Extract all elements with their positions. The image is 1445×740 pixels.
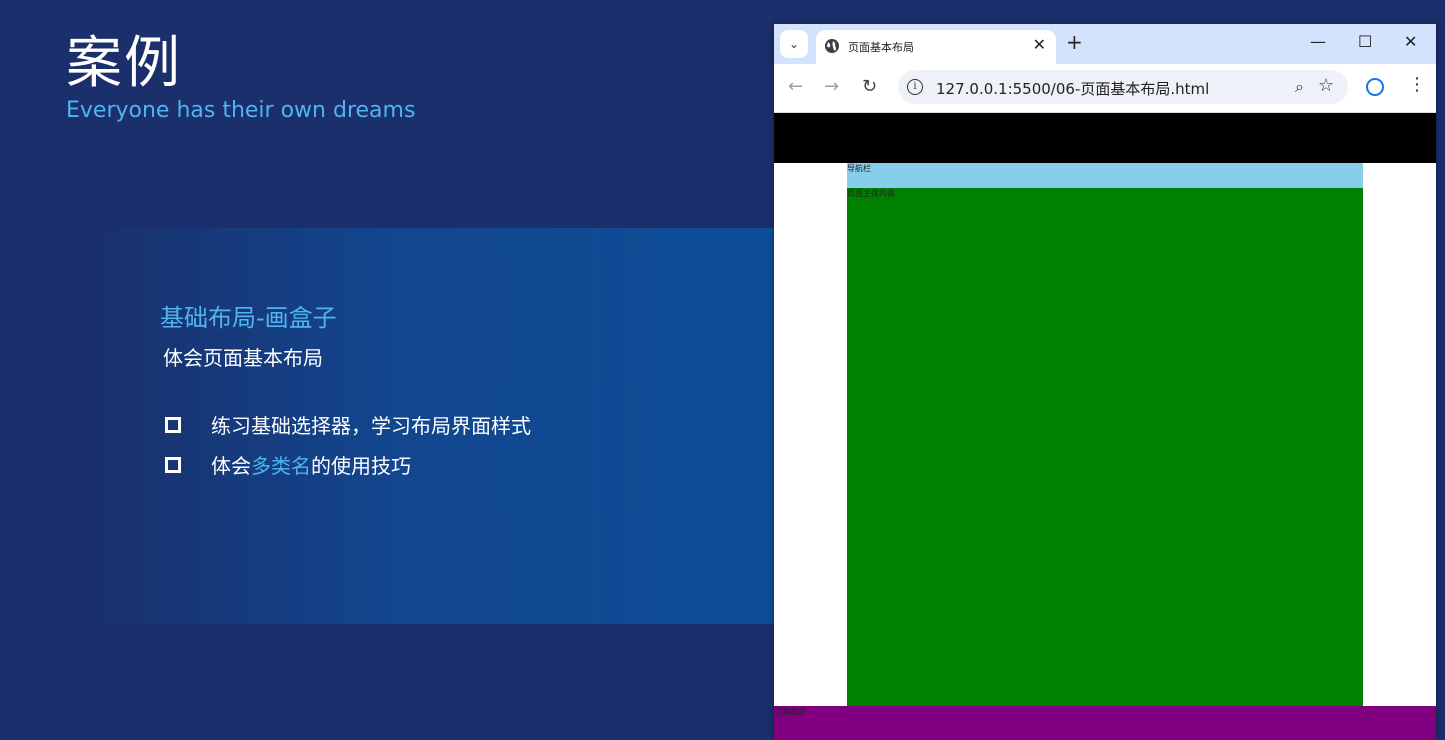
tab-title: 页面基本布局 [848, 41, 914, 54]
page-header-block [774, 113, 1436, 163]
plus-icon[interactable]: + [1066, 30, 1083, 54]
bullet-text-post: 的使用技巧 [311, 454, 411, 478]
bullet-item: 练习基础选择器，学习布局界面样式 [165, 410, 531, 439]
browser-window: ⌄ 页面基本布局 ✕ + — ☐ ✕ ← → ↻ i 127.0.0.1:550… [774, 24, 1436, 740]
bullet-text: 体会多类名的使用技巧 [211, 450, 411, 479]
bullet-item: 体会多类名的使用技巧 [165, 450, 411, 479]
bullet-highlight: 多类名 [251, 454, 311, 478]
maximize-icon[interactable]: ☐ [1358, 32, 1372, 51]
panel-heading: 基础布局-画盒子 [160, 304, 337, 332]
page-footer-block: 页面底部 [774, 706, 1436, 740]
close-icon[interactable]: ✕ [1033, 35, 1046, 54]
reload-icon[interactable]: ↻ [862, 76, 877, 97]
checkbox-icon [165, 416, 181, 433]
window-close-icon[interactable]: ✕ [1404, 32, 1417, 51]
star-icon[interactable]: ☆ [1318, 75, 1334, 96]
url-text: 127.0.0.1:5500/06-页面基本布局.html [936, 80, 1210, 98]
slide-title: 案例 [66, 31, 182, 96]
profile-icon[interactable] [1366, 78, 1384, 96]
address-bar[interactable]: i 127.0.0.1:5500/06-页面基本布局.html ⌕ ☆ [898, 70, 1348, 104]
minimize-icon[interactable]: — [1310, 32, 1326, 51]
checkbox-icon [165, 456, 181, 473]
forward-icon[interactable]: → [824, 76, 839, 97]
panel-subheading: 体会页面基本布局 [163, 346, 323, 370]
slide-subtitle: Everyone has their own dreams [66, 98, 416, 123]
back-icon[interactable]: ← [788, 76, 803, 97]
bullet-text: 练习基础选择器，学习布局界面样式 [211, 414, 531, 438]
info-icon[interactable]: i [907, 79, 923, 95]
page-main-block: 页面主体内容 [847, 188, 1363, 706]
zoom-icon[interactable]: ⌕ [1295, 77, 1304, 97]
footer-label: 页面底部 [774, 707, 806, 716]
main-label: 页面主体内容 [847, 189, 895, 198]
nav-label: 导航栏 [847, 164, 871, 173]
browser-tab[interactable]: 页面基本布局 ✕ [816, 30, 1056, 64]
bullet-text-pre: 体会 [211, 454, 251, 478]
menu-icon[interactable]: ⋮ [1408, 74, 1426, 95]
tab-bar: ⌄ 页面基本布局 ✕ + — ☐ ✕ [774, 24, 1436, 64]
globe-icon [825, 39, 839, 53]
page-viewport: 导航栏 页面主体内容 页面底部 [774, 113, 1436, 740]
browser-toolbar: ← → ↻ i 127.0.0.1:5500/06-页面基本布局.html ⌕ … [774, 64, 1436, 113]
page-nav-block: 导航栏 [847, 163, 1363, 188]
tab-list-icon[interactable]: ⌄ [780, 30, 808, 58]
